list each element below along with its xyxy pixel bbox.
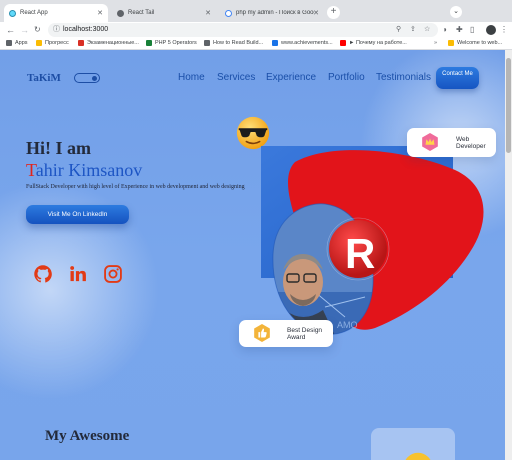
- instagram-icon[interactable]: [103, 264, 123, 284]
- bookmark-apps[interactable]: Apps: [6, 40, 28, 46]
- nav-portfolio[interactable]: Portfolio: [328, 72, 365, 83]
- web-developer-badge: Web Developer: [407, 128, 496, 157]
- address-bar[interactable]: ⓘ localhost:3000 ⚲ ⇪ ☆: [48, 23, 438, 37]
- nav-home[interactable]: Home: [178, 72, 205, 83]
- tab-title: React App: [20, 10, 48, 16]
- tab-search-button[interactable]: ⌄: [450, 6, 462, 18]
- section-heading: My Awesome: [45, 428, 130, 444]
- site-icon: [272, 40, 278, 46]
- google-icon: [225, 9, 232, 17]
- name-heading: Tahir Kimsanov: [26, 160, 142, 181]
- extensions-puzzle-icon[interactable]: ✚: [456, 25, 463, 35]
- bookmark-item[interactable]: Прогресс: [36, 40, 69, 46]
- url-text: localhost:3000: [63, 26, 109, 33]
- site-icon: [78, 40, 84, 46]
- close-icon[interactable]: ✕: [205, 9, 211, 17]
- bookmarks-bar: Apps Прогресс Экзаменационные... PHP 5 O…: [0, 38, 512, 50]
- browser-toolbar: ← → ↻ ⓘ localhost:3000 ⚲ ⇪ ☆ ◑ ✚ ▯ ⋮: [0, 22, 512, 38]
- side-panel-icon[interactable]: ▯: [470, 25, 474, 35]
- hero-illustration: AMO R: [261, 146, 484, 335]
- nav-services[interactable]: Services: [217, 72, 255, 83]
- tab-react-app[interactable]: React App ✕: [4, 4, 108, 22]
- info-icon: ⓘ: [53, 26, 60, 33]
- tab-title: php my admin - Поиск в Google: [236, 10, 314, 16]
- react-icon: [9, 9, 16, 17]
- new-tab-button[interactable]: +: [327, 6, 340, 19]
- site-icon: [146, 40, 152, 46]
- bookmark-item[interactable]: ► Почему на работе...: [340, 40, 407, 46]
- r-logo-letter: R: [345, 230, 375, 277]
- folder-icon: [448, 40, 454, 46]
- close-icon[interactable]: ✕: [313, 9, 319, 17]
- crown-icon: [422, 133, 438, 151]
- reload-icon[interactable]: ↻: [34, 24, 41, 36]
- watermark-text: AMO: [337, 320, 358, 330]
- tab-react-tail[interactable]: React Tail ✕: [112, 4, 216, 22]
- globe-icon: [117, 9, 124, 17]
- site-logo[interactable]: TaKiM: [27, 72, 61, 84]
- tab-google-search[interactable]: php my admin - Поиск в Google ✕: [220, 4, 324, 22]
- profile-avatar[interactable]: [486, 25, 496, 35]
- back-icon[interactable]: ←: [6, 24, 15, 36]
- toggle-knob: [92, 75, 97, 81]
- youtube-icon: [340, 40, 346, 46]
- badge-label: Web Developer: [456, 136, 486, 150]
- name-first-letter: T: [26, 160, 36, 180]
- page-scrollbar[interactable]: [505, 50, 512, 460]
- apps-grid-icon: [6, 40, 12, 46]
- bookmark-star-icon[interactable]: ☆: [424, 23, 430, 37]
- bookmark-item[interactable]: PHP 5 Operators: [146, 40, 197, 46]
- thumbs-up-icon: [254, 324, 270, 342]
- forward-icon[interactable]: →: [20, 24, 29, 36]
- github-icon[interactable]: [33, 264, 53, 284]
- extension-icon[interactable]: ◑: [442, 25, 447, 35]
- scrollbar-thumb[interactable]: [506, 58, 511, 153]
- zoom-icon[interactable]: ⚲: [396, 23, 401, 37]
- share-icon[interactable]: ⇪: [410, 23, 416, 37]
- greeting-heading: Hi! I am: [26, 138, 91, 158]
- tab-title: React Tail: [128, 10, 155, 16]
- bookmark-item[interactable]: www.achievements...: [272, 40, 333, 46]
- sunglasses-emoji-icon: [405, 452, 431, 460]
- menu-kebab-icon[interactable]: ⋮: [500, 25, 508, 35]
- browser-tab-strip: React App ✕ React Tail ✕ php my admin - …: [0, 0, 512, 22]
- badge-label: Best Design Award: [287, 327, 323, 341]
- nav-experience[interactable]: Experience: [266, 72, 316, 83]
- bookmark-item[interactable]: Экзаменационные...: [78, 40, 139, 46]
- bookmark-item[interactable]: How to Read Build...: [204, 40, 263, 46]
- theme-toggle[interactable]: [74, 73, 100, 83]
- name-rest: ahir Kimsanov: [35, 160, 143, 180]
- nav-testimonials[interactable]: Testimonials: [376, 72, 431, 83]
- hero-description: FullStack Developer with high level of E…: [26, 184, 245, 190]
- globe-icon: [204, 40, 210, 46]
- contact-button[interactable]: Contact Me: [436, 67, 479, 89]
- page-viewport: TaKiM Home Services Experience Portfolio…: [0, 50, 505, 460]
- bookmark-item[interactable]: Welcome to web...: [448, 40, 502, 46]
- folder-icon: [36, 40, 42, 46]
- linkedin-button[interactable]: Visit Me On LinkedIn: [26, 205, 129, 224]
- close-icon[interactable]: ✕: [97, 9, 103, 17]
- bookmarks-overflow[interactable]: »: [434, 40, 437, 46]
- best-design-award-badge: Best Design Award: [239, 320, 333, 347]
- linkedin-icon[interactable]: [68, 264, 88, 284]
